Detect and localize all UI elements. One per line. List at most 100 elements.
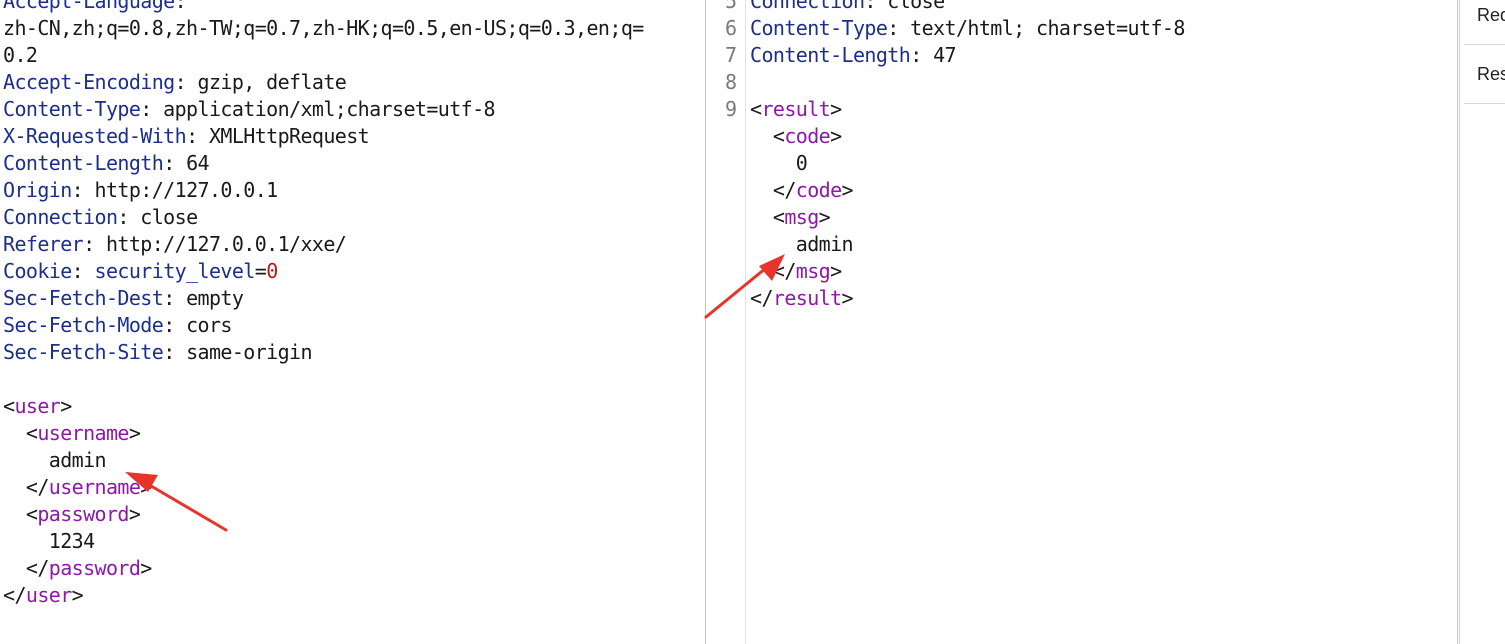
token-hval: : 64 <box>163 151 209 175</box>
request-line: Accept-Language: <box>3 0 187 15</box>
request-line: </password> <box>3 555 152 582</box>
token-hval: : http://127.0.0.1/xxe/ <box>83 232 347 256</box>
token-bracket: </ <box>3 583 26 607</box>
token-tag: code <box>795 178 842 202</box>
token-hname: Referer <box>3 232 84 256</box>
token-tag: user <box>14 394 61 418</box>
token-tag: msg <box>795 259 831 283</box>
response-editor[interactable]: 5 Connection: close 6 Content-Type: text/ht… <box>707 0 1458 644</box>
token-bracket: < <box>3 421 38 445</box>
side-tab-request[interactable]: Req <box>1477 1 1505 45</box>
request-line: 1234 <box>3 528 95 555</box>
token-bracket: > <box>128 421 141 445</box>
token-bracket: > <box>60 394 72 418</box>
token-tag: password <box>48 556 141 580</box>
response-line: Connection: close <box>750 0 945 15</box>
token-hname: Connection <box>3 205 118 229</box>
token-hval: : gzip, deflate <box>174 70 347 94</box>
request-line: Connection: close <box>3 204 198 231</box>
request-line: <user> <box>3 393 72 420</box>
request-line: admin <box>3 447 107 474</box>
request-line: Sec-Fetch-Site: same-origin <box>3 339 313 366</box>
request-line: <password> <box>3 501 141 528</box>
request-line: Cookie: security_level=0 <box>3 258 278 285</box>
token-tag: username <box>37 421 129 445</box>
response-line: Content-Length: 47 <box>750 42 957 69</box>
token-hval: : <box>71 259 95 283</box>
response-line: </result> <box>750 285 854 312</box>
response-line: </code> <box>750 177 854 204</box>
line-number: 7 <box>725 43 738 67</box>
token-hname: Accept-Encoding <box>3 70 175 94</box>
response-line: <msg> <box>750 204 831 231</box>
token-hval: = <box>254 259 267 283</box>
line-number: 6 <box>725 16 738 40</box>
token-hname: Content-Length <box>3 151 164 175</box>
response-line: </msg> <box>750 258 842 285</box>
token-hname: Sec-Fetch-Dest <box>3 286 164 310</box>
request-line: Sec-Fetch-Dest: empty <box>3 285 244 312</box>
line-number: 9 <box>725 97 738 121</box>
token-hname: Connection <box>750 0 865 13</box>
token-bracket: > <box>841 286 854 310</box>
token-text: admin <box>750 232 854 256</box>
token-bracket: > <box>128 502 141 526</box>
token-hval: : cors <box>163 313 232 337</box>
line-number: 8 <box>725 70 738 94</box>
token-hval: : <box>174 0 187 13</box>
request-line: <username> <box>3 420 141 447</box>
request-line: Content-Length: 64 <box>3 150 210 177</box>
token-cname: security_level <box>94 259 256 283</box>
response-line: <result> <box>750 96 842 123</box>
token-bracket: > <box>140 475 152 499</box>
token-bracket: </ <box>3 475 49 499</box>
token-hname: X-Requested-With <box>3 124 187 148</box>
token-bracket: > <box>830 124 842 148</box>
request-editor[interactable]: Accept-Language: zh-CN,zh;q=0.8,zh-TW;q=0… <box>0 0 706 644</box>
token-hname: Accept-Language <box>3 0 175 13</box>
token-hval: : close <box>117 205 198 229</box>
request-line: Content-Type: application/xml;charset=ut… <box>3 96 496 123</box>
token-text: 0 <box>750 151 808 175</box>
token-bracket: < <box>3 502 38 526</box>
side-tab-divider <box>1464 44 1505 45</box>
token-hval: : 47 <box>910 43 956 67</box>
token-tag: code <box>784 124 831 148</box>
request-line: Sec-Fetch-Mode: cors <box>3 312 232 339</box>
token-bracket: < <box>750 205 785 229</box>
token-hval: : text/html; charset=utf-8 <box>887 16 1185 40</box>
token-hval: : http://127.0.0.1 <box>71 178 279 202</box>
burp-editor-view: Accept-Language: zh-CN,zh;q=0.8,zh-TW;q=0… <box>0 0 1505 644</box>
token-bracket: > <box>830 259 842 283</box>
token-bracket: </ <box>750 286 773 310</box>
token-tag: username <box>48 475 141 499</box>
line-number: 5 <box>725 0 738 13</box>
token-hval: : same-origin <box>163 340 312 364</box>
request-line: </user> <box>3 582 84 609</box>
token-text: 1234 <box>3 529 95 553</box>
token-tag: msg <box>784 205 819 229</box>
token-tag: password <box>37 502 129 526</box>
request-line: X-Requested-With: XMLHttpRequest <box>3 123 370 150</box>
side-tab-divider <box>1464 103 1505 104</box>
token-hname: Cookie <box>3 259 72 283</box>
token-hname: Content-Type <box>750 16 888 40</box>
token-hval: : close <box>864 0 945 13</box>
token-bracket: > <box>818 205 831 229</box>
response-line: <code> <box>750 123 842 150</box>
token-bracket: > <box>841 178 854 202</box>
token-hname: Content-Type <box>3 97 141 121</box>
request-line: </username> <box>3 474 152 501</box>
token-hname: Sec-Fetch-Mode <box>3 313 164 337</box>
token-cval: 0 <box>266 259 278 283</box>
token-text: admin <box>3 448 107 472</box>
token-hval: : application/xml;charset=utf-8 <box>140 97 495 121</box>
inspector-side-panel: Req Res <box>1459 0 1505 644</box>
token-hval: zh-CN,zh;q=0.8,zh-TW;q=0.7,zh-HK;q=0.5,e… <box>3 16 644 40</box>
response-line: 0 <box>750 150 808 177</box>
token-hval: : XMLHttpRequest <box>186 124 370 148</box>
request-line: zh-CN,zh;q=0.8,zh-TW;q=0.7,zh-HK;q=0.5,e… <box>3 15 644 42</box>
token-bracket: </ <box>3 556 49 580</box>
request-line: 0.2 <box>3 42 38 69</box>
side-tab-response[interactable]: Res <box>1477 60 1505 104</box>
